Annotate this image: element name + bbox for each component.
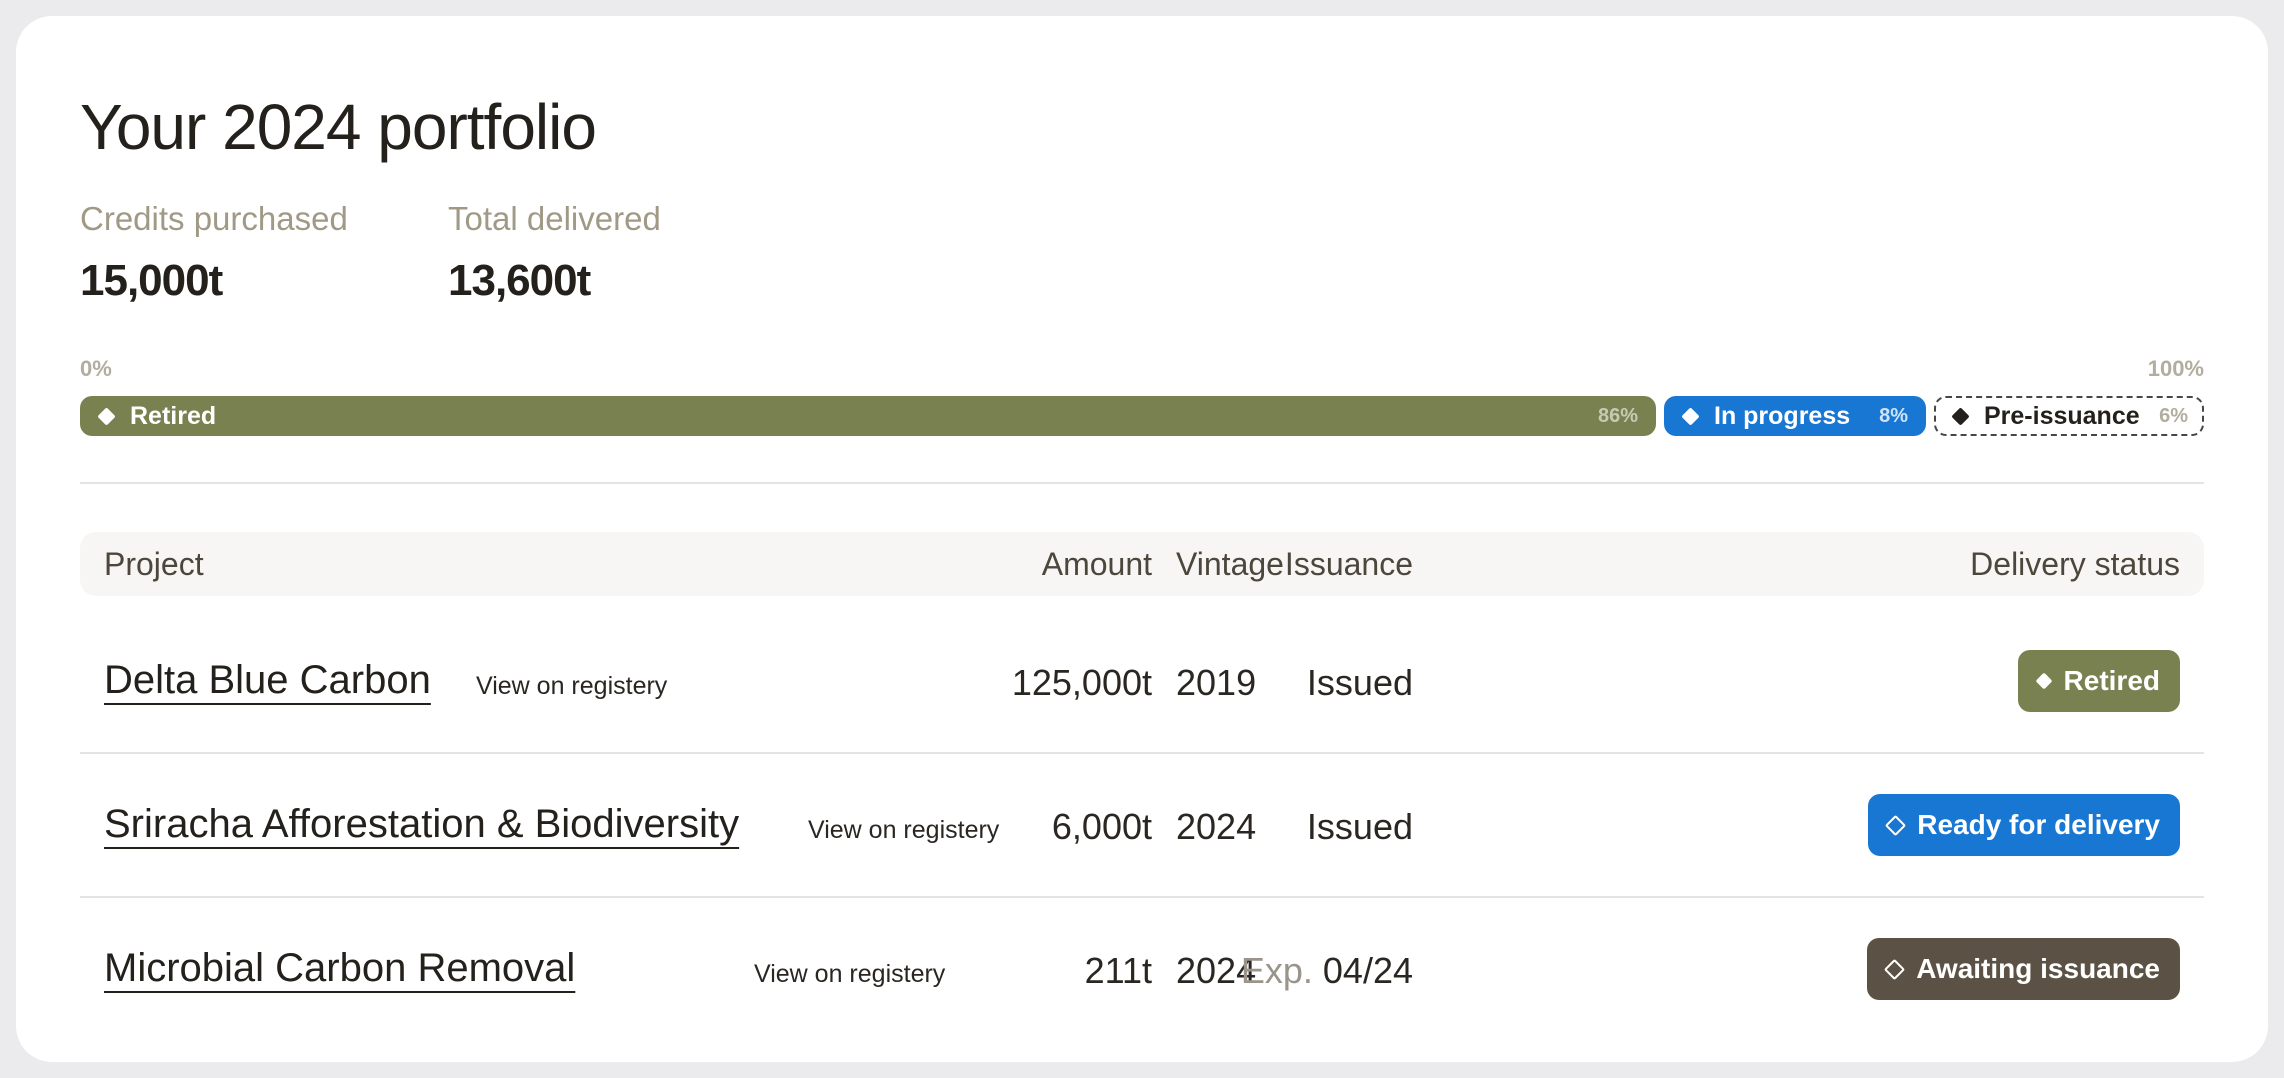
diamond-filled-icon: [1681, 406, 1700, 426]
issuance-cell: Exp. 04/24: [1241, 950, 1413, 992]
column-header-project: Project: [104, 546, 204, 582]
progress-segment-in-progress: In progress 8%: [1664, 396, 1926, 436]
segment-label: Pre-issuance: [1984, 401, 2140, 430]
view-registry-link[interactable]: View on registery: [476, 672, 667, 701]
status-label: Awaiting issuance: [1916, 953, 2160, 984]
view-registry-link[interactable]: View on registery: [808, 816, 999, 845]
status-badge: Ready for delivery: [1868, 794, 2180, 856]
table-row: Sriracha Afforestation & Biodiversity Vi…: [80, 752, 2204, 896]
segment-percent: 6%: [2159, 404, 2188, 427]
issuance-cell: Issued: [1306, 662, 1413, 703]
table-row: Delta Blue Carbon View on registery 2019…: [80, 608, 2204, 752]
column-header-delivery-status: Delivery status: [1970, 546, 2180, 582]
status-label: Retired: [2063, 665, 2160, 696]
stat-label: Credits purchased: [80, 200, 348, 237]
issuance-date: 04/24: [1322, 950, 1413, 991]
status-badge: Retired: [2017, 650, 2180, 712]
status-badge: Awaiting issuance: [1867, 938, 2180, 1000]
progress-end-label: 100%: [2147, 356, 2204, 381]
portfolio-card: Your 2024 portfolio Credits purchased 15…: [16, 16, 2268, 1062]
project-link[interactable]: Delta Blue Carbon: [104, 658, 431, 703]
page-title: Your 2024 portfolio: [80, 91, 597, 163]
amount-cell: 211t: [1084, 950, 1152, 991]
diamond-outline-icon: [1884, 958, 1906, 980]
project-link[interactable]: Microbial Carbon Removal: [104, 946, 575, 991]
stat-total-delivered: Total delivered 13,600t: [448, 200, 661, 306]
segment-percent: 86%: [1597, 404, 1638, 427]
view-registry-link[interactable]: View on registery: [754, 960, 945, 989]
project-link[interactable]: Sriracha Afforestation & Biodiversity: [104, 802, 739, 847]
table-row: Microbial Carbon Removal View on registe…: [80, 896, 2204, 1040]
column-header-issuance: Issuance: [1284, 546, 1413, 582]
progress-start-label: 0%: [80, 356, 112, 381]
diamond-filled-icon: [1951, 406, 1970, 426]
table-header: Project Vintage Amount Issuance Delivery…: [80, 532, 2204, 596]
progress-segment-pre-issuance: Pre-issuance 6%: [1934, 396, 2204, 436]
issuance-cell: Issued: [1306, 806, 1413, 847]
diamond-filled-icon: [2035, 672, 2053, 690]
column-header-amount: Amount: [1041, 546, 1152, 582]
vintage-cell: 2024: [1176, 806, 1257, 847]
status-label: Ready for delivery: [1917, 809, 2160, 840]
diamond-filled-icon: [97, 406, 116, 426]
stat-credits-purchased: Credits purchased 15,000t: [80, 200, 348, 306]
stat-value: 15,000t: [80, 256, 223, 305]
stat-label: Total delivered: [448, 200, 661, 237]
segment-label: In progress: [1714, 401, 1851, 430]
segment-label: Retired: [130, 401, 217, 430]
diamond-outline-icon: [1885, 814, 1907, 836]
amount-cell: 6,000t: [1051, 806, 1152, 847]
amount-cell: 125,000t: [1011, 662, 1152, 703]
stat-value: 13,600t: [448, 256, 591, 305]
progress-segment-retired: Retired 86%: [80, 396, 1656, 436]
issuance-prefix: Exp.: [1240, 950, 1313, 991]
column-header-vintage: Vintage: [1176, 546, 1284, 582]
segment-percent: 8%: [1879, 404, 1908, 427]
vintage-cell: 2019: [1176, 662, 1257, 703]
divider: [80, 482, 2204, 484]
